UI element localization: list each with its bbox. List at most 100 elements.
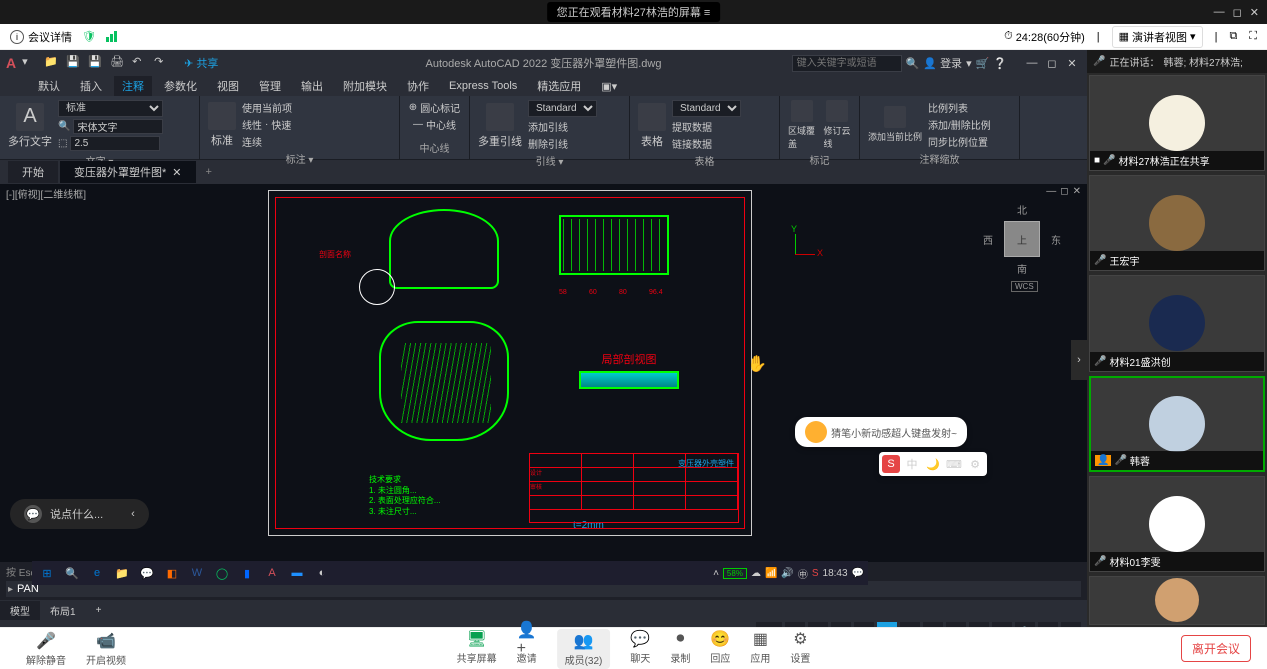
tab-output[interactable]: 输出: [293, 76, 331, 96]
record-button[interactable]: ⏺ 录制: [670, 629, 690, 669]
ime-settings-icon[interactable]: ⚙: [966, 455, 984, 473]
open-icon[interactable]: 📁: [44, 55, 60, 71]
ime-toolbar[interactable]: S 中 🌙 ⌨ ⚙: [879, 452, 987, 476]
tab-collaborate[interactable]: 协作: [399, 76, 437, 96]
collapse-sidebar-button[interactable]: ›: [1071, 340, 1087, 380]
tab-featured[interactable]: 精选应用: [529, 76, 589, 96]
exchange-icon[interactable]: 🛒: [976, 57, 990, 70]
participant-tile[interactable]: 🎤王宏宇: [1089, 175, 1265, 271]
tab-annotate[interactable]: 注释: [114, 76, 152, 96]
tray-clock[interactable]: 18:43: [823, 568, 848, 579]
ime-keyboard-icon[interactable]: ⌨: [945, 455, 963, 473]
vp-restore[interactable]: ◻: [1060, 186, 1068, 197]
apps-button[interactable]: ▦ 应用: [750, 629, 770, 669]
table-button[interactable]: 表格: [638, 103, 666, 149]
wechat-icon[interactable]: 💬: [136, 563, 158, 583]
start-button[interactable]: ⊞: [36, 563, 58, 583]
tray-battery[interactable]: 58%: [723, 568, 747, 579]
scale-list-button[interactable]: 比例列表: [928, 100, 991, 115]
panel-table-label[interactable]: 表格: [638, 151, 771, 168]
autocad-logo-icon[interactable]: A: [6, 55, 16, 71]
save-icon[interactable]: 💾: [66, 55, 82, 71]
extract-data-button[interactable]: 提取数据: [672, 119, 741, 134]
tab-overflow-icon[interactable]: ▣▾: [593, 78, 625, 95]
participant-tile[interactable]: ■🎤材料27林浩正在共享: [1089, 75, 1265, 171]
meeting-details-button[interactable]: i 会议详情: [10, 29, 72, 45]
tab-layout1[interactable]: 布局1: [40, 601, 86, 620]
centermark-button[interactable]: ⊕ 圆心标记: [409, 100, 460, 115]
sync-scale-button[interactable]: 同步比例位置: [928, 134, 991, 149]
chat-collapse-icon[interactable]: ‹: [131, 508, 135, 520]
add-current-scale-button[interactable]: 添加当前比例: [868, 106, 922, 143]
tab-model[interactable]: 模型: [0, 601, 40, 620]
wipeout-button[interactable]: 区域覆盖: [788, 100, 816, 150]
app-minimize-button[interactable]: —: [1023, 57, 1041, 70]
minimize-button[interactable]: —: [1214, 6, 1225, 19]
plot-icon[interactable]: 🖨: [110, 55, 126, 71]
edge-icon[interactable]: e: [86, 563, 108, 583]
link-data-button[interactable]: 链接数据: [672, 136, 741, 151]
remove-leader-button[interactable]: 删除引线: [528, 136, 597, 151]
app-menu-icon[interactable]: ▾: [966, 57, 972, 70]
tab-manage[interactable]: 管理: [251, 76, 289, 96]
text-height-input[interactable]: [70, 136, 160, 151]
security-shield-icon[interactable]: 🛡: [82, 30, 96, 43]
tray-sogou-icon[interactable]: S: [812, 568, 819, 579]
ime-lang-button[interactable]: 中: [903, 455, 921, 473]
app-icon-2[interactable]: ▬: [286, 563, 308, 583]
undo-icon[interactable]: ↶: [132, 55, 148, 71]
search-icon[interactable]: 🔍: [906, 57, 920, 70]
dim-use-current[interactable]: 使用当前项: [242, 100, 292, 115]
dim-linear-button[interactable]: 线性: [242, 117, 262, 132]
video-button[interactable]: 📹 开启视频: [86, 631, 126, 667]
table-style-select[interactable]: Standard: [672, 100, 741, 117]
mute-button[interactable]: 🎤 解除静音: [26, 631, 66, 667]
reactions-button[interactable]: 😊 回应: [710, 629, 730, 669]
text-style-select[interactable]: 标准: [58, 100, 163, 117]
add-layout-button[interactable]: +: [86, 603, 112, 618]
add-delete-scale-button[interactable]: 添加/删除比例: [928, 117, 991, 132]
share-screen-button[interactable]: 🖥 共享屏幕: [457, 629, 497, 669]
settings-button[interactable]: ⚙ 设置: [790, 629, 810, 669]
vp-minimize[interactable]: —: [1046, 186, 1056, 197]
tray-volume-icon[interactable]: 🔊: [781, 568, 793, 579]
wcs-label[interactable]: WCS: [1011, 281, 1038, 292]
tab-express[interactable]: Express Tools: [441, 78, 525, 94]
dim-continue-button[interactable]: 连续: [242, 134, 292, 149]
autocad-taskbar-icon[interactable]: A: [261, 563, 283, 583]
app-restore-button[interactable]: ◻: [1043, 57, 1061, 70]
view-mode-dropdown[interactable]: ▦ 演讲者视图 ▾: [1112, 26, 1203, 48]
panel-dimension-label[interactable]: 标注 ▾: [208, 149, 391, 166]
participant-tile-active[interactable]: 👤🎤韩蓉: [1089, 376, 1265, 472]
app-icon-1[interactable]: ◧: [161, 563, 183, 583]
mtext-button[interactable]: A多行文字: [8, 103, 52, 149]
tab-view[interactable]: 视图: [209, 76, 247, 96]
participant-tile[interactable]: 🎤材料01李雯: [1089, 476, 1265, 572]
ime-logo-icon[interactable]: S: [882, 455, 900, 473]
share-button[interactable]: ✈ 共享: [184, 55, 218, 71]
app-icon-3[interactable]: ◐: [311, 563, 333, 583]
tab-insert[interactable]: 插入: [72, 76, 110, 96]
tray-chevron-icon[interactable]: ˄: [713, 568, 719, 579]
find-text-button[interactable]: 🔍: [58, 119, 163, 134]
tab-start[interactable]: 开始: [8, 161, 58, 183]
tab-default[interactable]: 默认: [30, 76, 68, 96]
invite-button[interactable]: 👤+ 邀请: [517, 629, 537, 669]
weixin-icon[interactable]: ◯: [211, 563, 233, 583]
revcloud-button[interactable]: 修订云线: [824, 100, 852, 150]
chat-button[interactable]: 💬 聊天: [630, 629, 650, 669]
search-taskbar-icon[interactable]: 🔍: [61, 563, 83, 583]
app-close-button[interactable]: ✕: [1063, 57, 1081, 70]
centerline-button[interactable]: — 中心线: [413, 117, 456, 132]
tencent-meeting-icon[interactable]: ▮: [236, 563, 258, 583]
help-search-input[interactable]: [792, 55, 902, 72]
close-button[interactable]: ✕: [1250, 6, 1259, 19]
tray-ime-icon[interactable]: ㊥: [798, 566, 808, 581]
tray-cloud-icon[interactable]: ☁: [751, 568, 761, 579]
fullscreen-button[interactable]: ⛶: [1249, 30, 1257, 43]
panel-leader-label[interactable]: 引线 ▾: [478, 151, 621, 168]
add-leader-button[interactable]: 添加引线: [528, 119, 597, 134]
vp-close[interactable]: ✕: [1073, 186, 1081, 197]
saveas-icon[interactable]: 💾: [88, 55, 104, 71]
viewport-label[interactable]: [-][俯视][二维线框]: [6, 186, 86, 201]
